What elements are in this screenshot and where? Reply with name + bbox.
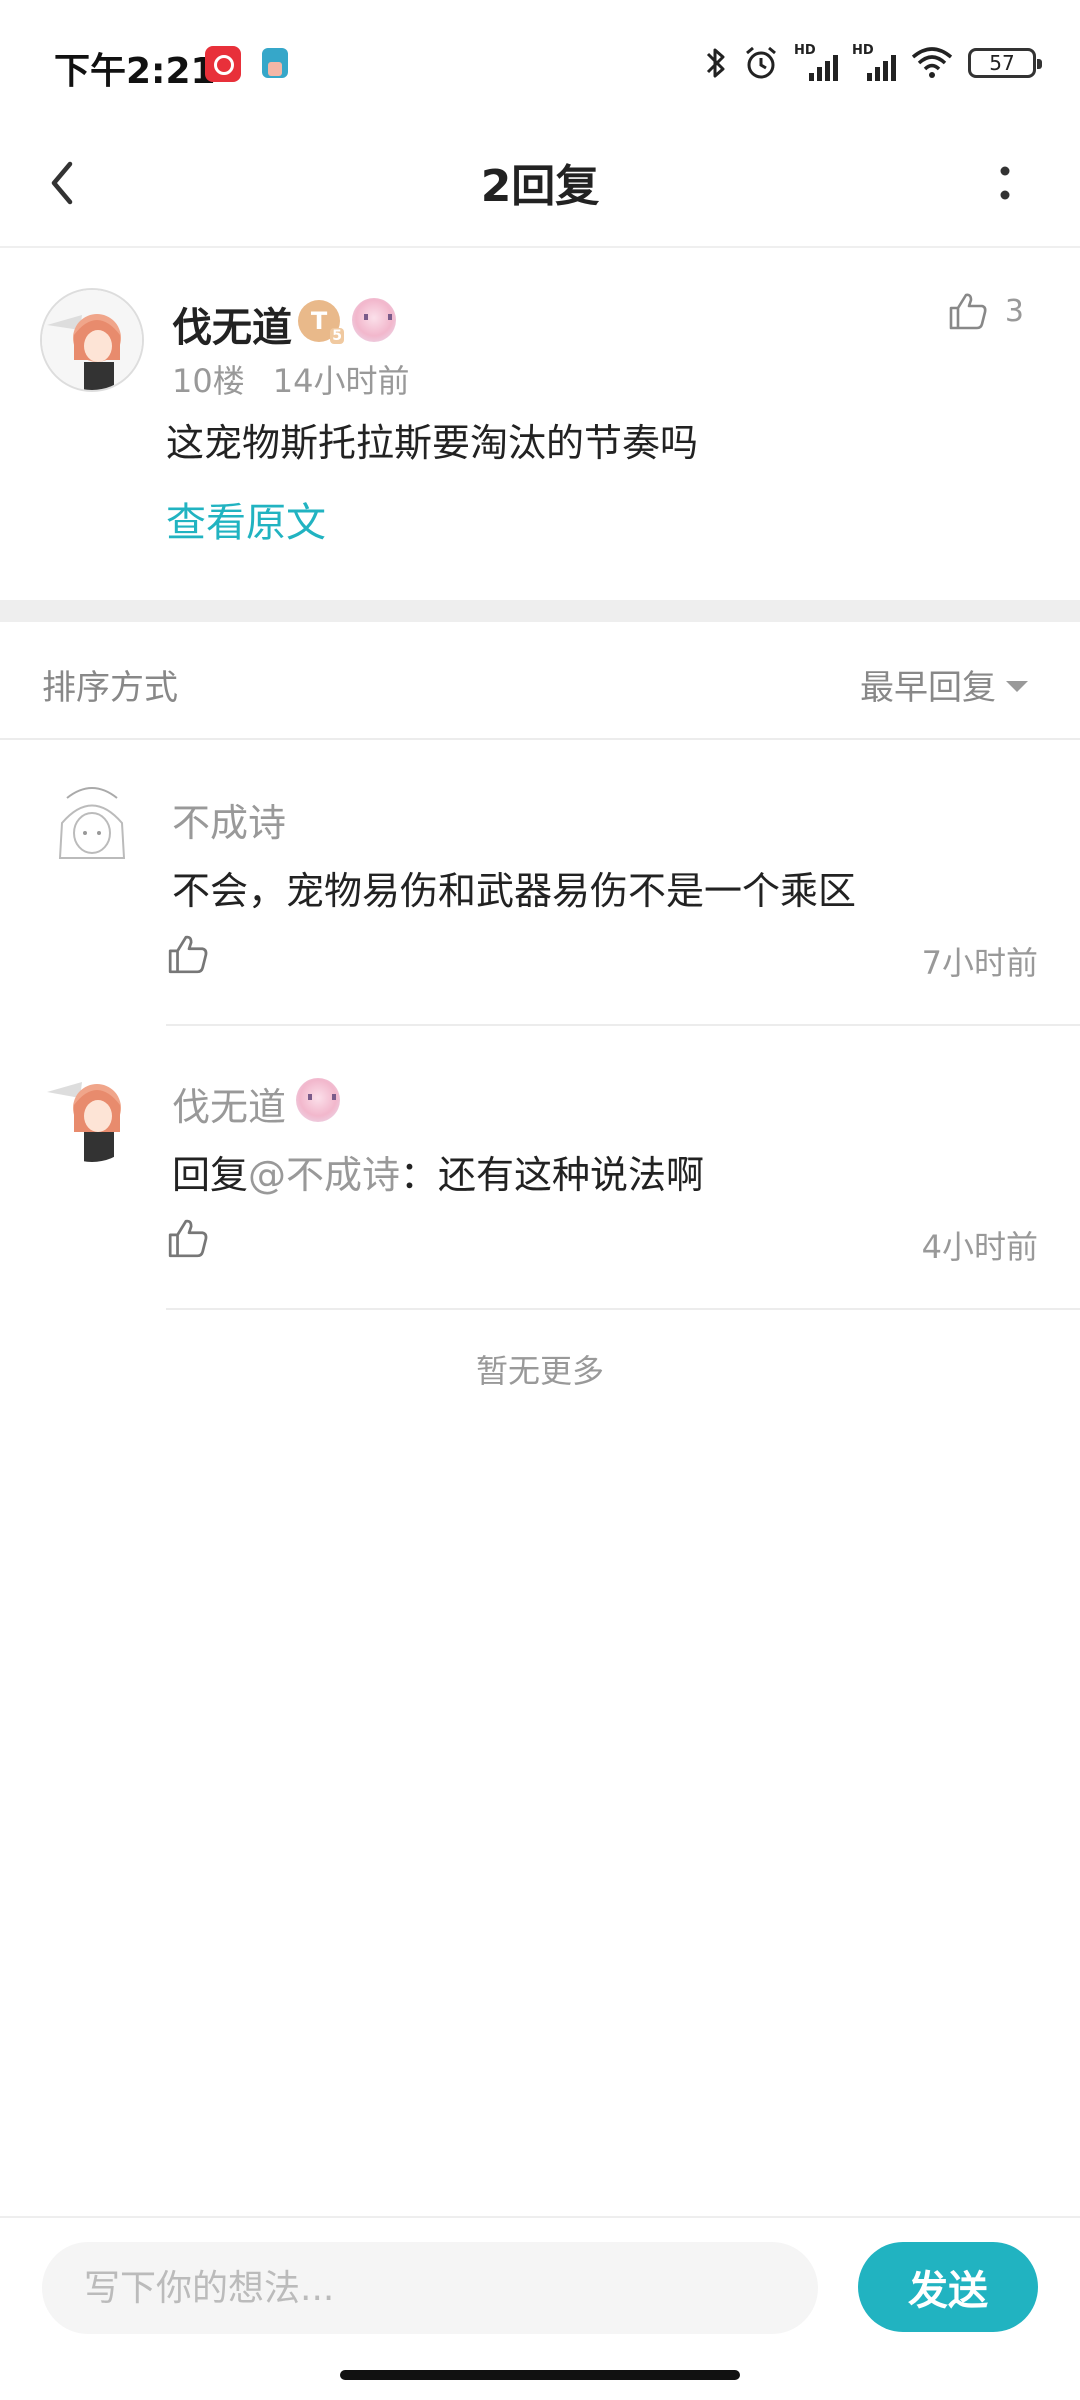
chevron-down-icon [1006, 681, 1028, 692]
thumbs-up-icon[interactable] [166, 932, 210, 976]
view-original-link[interactable]: 查看原文 [166, 490, 326, 548]
sort-dropdown[interactable]: 最早回复 [860, 660, 1028, 709]
post-like-button[interactable]: 3 [947, 290, 1024, 332]
post-content: 这宠物斯托拉斯要淘汰的节奏吗 [166, 421, 699, 465]
sort-bar: 排序方式 最早回复 [0, 622, 1080, 740]
send-button[interactable]: 发送 [858, 2242, 1038, 2332]
battery-icon: 57 [968, 48, 1042, 78]
author-name[interactable]: 伐无道 [172, 295, 292, 353]
original-comment: 伐无道 T 5 10楼 14小时前 3 这宠物斯托拉斯要淘汰的节奏吗 查看原文 [0, 250, 1080, 600]
character-badge-icon [352, 298, 396, 342]
status-time: 下午2:21 [54, 51, 216, 92]
reply-time: 4小时前 [921, 1228, 1038, 1266]
netease-music-icon [205, 46, 241, 82]
thumbs-up-icon [949, 293, 987, 330]
comment-input[interactable] [42, 2242, 818, 2334]
reply-time: 7小时前 [921, 944, 1038, 982]
home-indicator[interactable] [340, 2370, 740, 2380]
character-badge-icon [296, 1078, 340, 1122]
reply-author[interactable]: 不成诗 [172, 792, 286, 847]
level-badge-letter: T [310, 307, 328, 335]
status-icons: HD HD 57 [704, 40, 1042, 86]
mention-link[interactable]: @不成诗 [248, 1153, 400, 1197]
sort-value: 最早回复 [860, 668, 996, 708]
reply-divider [166, 1308, 1080, 1310]
comment-input-bar: 发送 [0, 2216, 1080, 2356]
thumbs-up-icon[interactable] [166, 1216, 210, 1260]
level-badge-number: 5 [330, 328, 344, 344]
signal-1-icon: HD [794, 43, 838, 83]
reply-item: 不成诗 不会，宠物易伤和武器易伤不是一个乘区 7小时前 [0, 742, 1080, 1026]
sort-label: 排序方式 [42, 668, 178, 708]
author-avatar[interactable] [40, 288, 144, 392]
reply-avatar[interactable] [42, 1062, 142, 1162]
status-bar: 下午2:21 HD HD 57 [0, 0, 1080, 120]
signal-2-icon: HD [852, 43, 896, 83]
alarm-icon [746, 46, 776, 79]
wifi-icon [911, 47, 953, 78]
top-navigation-bar: 2回复 [0, 120, 1080, 248]
reply-item: 伐无道 回复@不成诗：还有这种说法啊 4小时前 [0, 1026, 1080, 1310]
page-title: 2回复 [480, 161, 600, 212]
more-vertical-icon[interactable] [970, 148, 1040, 218]
level-badge: T 5 [298, 300, 344, 344]
reply-avatar[interactable] [42, 778, 142, 878]
reply-author[interactable]: 伐无道 [172, 1076, 286, 1131]
post-time: 14小时前 [272, 362, 410, 400]
app-notification-icon [262, 48, 288, 78]
reply-content: 不会，宠物易伤和武器易伤不是一个乘区 [172, 869, 857, 913]
no-more-text: 暂无更多 [475, 1352, 604, 1390]
reply-prefix: 回复 [172, 1153, 249, 1197]
reply-body: ：还有这种说法啊 [400, 1153, 705, 1197]
floor-number: 10楼 [172, 362, 245, 400]
section-divider [0, 600, 1080, 622]
bluetooth-icon [706, 48, 725, 78]
post-like-count: 3 [1004, 293, 1024, 329]
reply-content: 回复@不成诗：还有这种说法啊 [172, 1144, 704, 1199]
post-meta: 10楼 14小时前 [172, 356, 409, 402]
